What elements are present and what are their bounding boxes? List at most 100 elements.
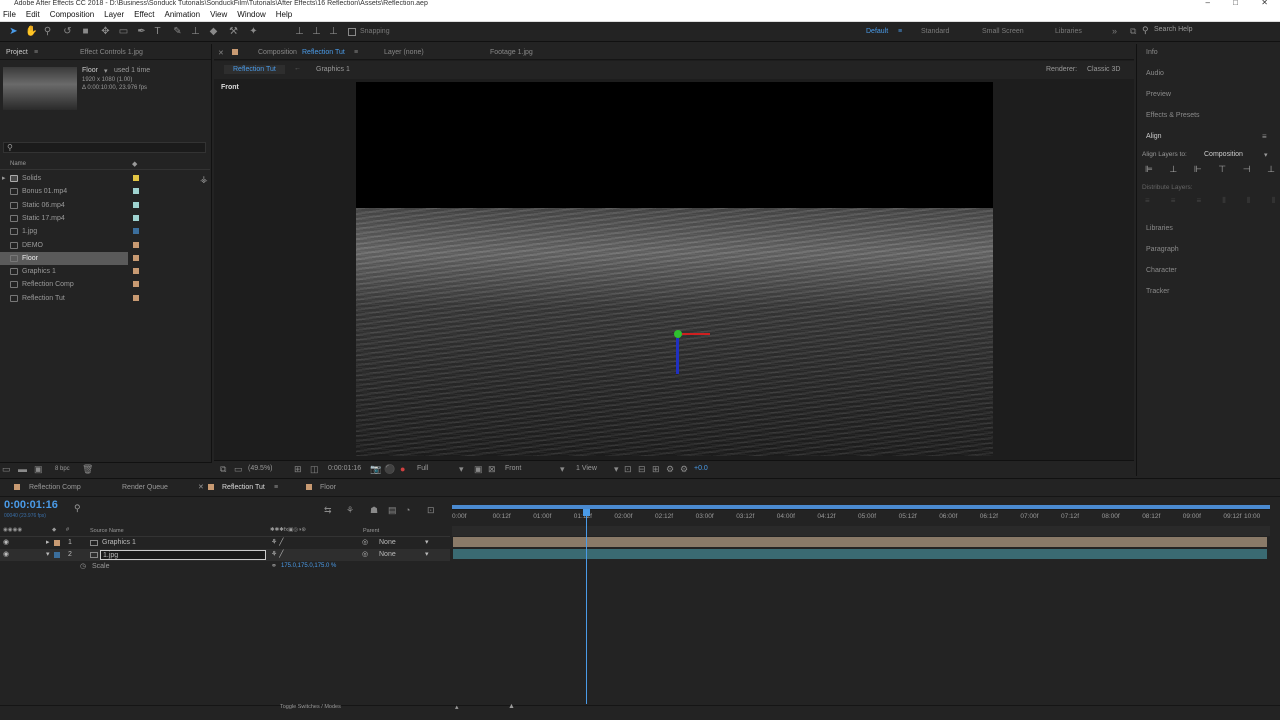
tab-composition-prefix[interactable]: Composition [258, 49, 297, 56]
draft-3d-icon[interactable]: ⚘ [346, 505, 354, 515]
menu-layer[interactable]: Layer [104, 10, 124, 19]
number-header[interactable]: # [66, 527, 69, 533]
close-tab-icon[interactable]: ✕ [218, 49, 224, 57]
selection-tool-icon[interactable]: ➤ [8, 26, 19, 37]
project-item-graphics-1[interactable]: Graphics 1 [0, 265, 210, 278]
subtab-reflection-tut[interactable]: Reflection Tut [224, 65, 285, 74]
pick-whip-icon[interactable]: ◎ [362, 549, 368, 561]
panel-effects-presets[interactable]: Effects & Presets [1146, 112, 1200, 119]
magnification[interactable]: (49.5%) [248, 465, 273, 472]
layer-name[interactable]: Graphics 1 [102, 537, 136, 549]
view-select[interactable]: Front [505, 465, 521, 472]
distribute-hcenter-icon[interactable]: ⦀ [1247, 196, 1251, 206]
camera-tool-icon[interactable]: ■ [80, 26, 91, 37]
panel-libraries[interactable]: Libraries [1146, 225, 1173, 232]
shy-layers-icon[interactable]: ☗ [370, 505, 378, 515]
brush-tool-icon[interactable]: ✎ [172, 26, 183, 37]
menu-composition[interactable]: Composition [50, 10, 94, 19]
comp-mini-flowchart-icon[interactable]: ⇆ [324, 505, 332, 515]
project-item-1-jpg[interactable]: 1.jpg [0, 225, 210, 238]
align-bottom-icon[interactable]: ⊥ [1267, 164, 1275, 176]
parent-chevron-icon[interactable]: ▾ [425, 549, 429, 561]
column-name[interactable]: Name [10, 161, 26, 167]
subtab-graphics-1[interactable]: Graphics 1 [316, 66, 350, 73]
layer-name[interactable]: 1.jpg [100, 550, 266, 560]
constrain-proportions-icon[interactable]: ⚭ [271, 562, 277, 570]
project-item-floor[interactable]: Floor [0, 251, 139, 265]
project-search-input[interactable]: ⚲ [3, 142, 206, 153]
panel-audio[interactable]: Audio [1146, 70, 1164, 77]
zoom-in-icon[interactable]: ▲ [508, 703, 515, 710]
monitor-icon[interactable]: ▭ [234, 464, 243, 474]
project-item-solids[interactable]: ▸ Solids [0, 172, 210, 185]
pan-behind-tool-icon[interactable]: ✥ [100, 26, 111, 37]
distribute-vcenter-icon[interactable]: ≡ [1171, 196, 1176, 206]
tab-floor[interactable]: Floor [320, 484, 336, 491]
always-preview-icon[interactable]: ⧉ [220, 464, 226, 474]
tab-effect-controls[interactable]: Effect Controls 1.jpg [80, 49, 143, 56]
channel-icon[interactable]: ● [400, 464, 405, 474]
interpret-footage-icon[interactable]: ▭ [2, 464, 11, 474]
current-time[interactable]: 0:00:01:16 [328, 465, 361, 472]
panel-menu-icon[interactable]: ≡ [34, 49, 38, 56]
world-axis-icon[interactable]: ⊥ [311, 26, 322, 37]
switches-header-icon[interactable]: ✱✱✱fx▣◎◑⊛ [270, 527, 306, 533]
parent-chevron-icon[interactable]: ▾ [425, 537, 429, 549]
layer-bar-graphics-1[interactable] [453, 537, 1267, 547]
work-area-bar[interactable] [452, 505, 1270, 509]
y-axis-gizmo-icon[interactable] [674, 330, 682, 338]
menu-edit[interactable]: Edit [26, 10, 40, 19]
layer-expand-icon[interactable]: ▾ [46, 549, 50, 561]
project-item-reflection-tut[interactable]: Reflection Tut [0, 292, 210, 305]
search-help-field[interactable]: ⚲ Search Help [1140, 25, 1240, 38]
maximize-icon[interactable]: □ [1233, 0, 1238, 7]
time-ruler[interactable]: 0:00f 00:12f 01:00f 01:12f 02:00f 02:12f 03:00… [452, 505, 1270, 525]
z-axis-gizmo-icon[interactable] [676, 338, 679, 374]
x-axis-gizmo-icon[interactable] [682, 333, 710, 335]
layer-expand-icon[interactable]: ▸ [46, 537, 50, 549]
toggle-pixel-aspect-icon[interactable]: ⊡ [624, 464, 632, 474]
panel-preview[interactable]: Preview [1146, 91, 1171, 98]
new-folder-icon[interactable]: ▬ [18, 464, 27, 474]
property-value[interactable]: 175.0,175.0,175.0 % [281, 563, 336, 569]
pen-tool-icon[interactable]: ✒ [136, 26, 147, 37]
timeline-icon[interactable]: ⊞ [652, 464, 660, 474]
label-color-swatch[interactable] [133, 228, 139, 235]
av-features-icon[interactable]: ◉◉◉◉ [3, 527, 22, 533]
tab-project[interactable]: Project [6, 49, 28, 56]
renderer-value[interactable]: Classic 3D [1087, 66, 1120, 73]
tab-render-queue[interactable]: Render Queue [122, 484, 168, 491]
fast-previews-icon[interactable]: ⊟ [638, 464, 646, 474]
timeline-current-time[interactable]: 0:00:01:16 [4, 499, 58, 511]
menu-help[interactable]: Help [276, 10, 292, 19]
tab-layer[interactable]: Layer (none) [384, 49, 424, 56]
label-color-swatch[interactable] [133, 214, 139, 221]
project-item-static-06-mp4[interactable]: Static 06.mp4 [0, 199, 210, 212]
menu-effect[interactable]: Effect [134, 10, 154, 19]
zoom-tool-icon[interactable]: ⚲ [42, 26, 53, 37]
selected-item-chevron-icon[interactable]: ▾ [104, 67, 108, 75]
layer-switches[interactable]: ⚘ ╱ [271, 549, 283, 561]
workspace-libraries[interactable]: Libraries [1055, 28, 1082, 35]
playhead[interactable] [582, 509, 590, 704]
rotate-tool-icon[interactable]: ↺ [62, 26, 73, 37]
tab-reflection-tut[interactable]: Reflection Tut [222, 484, 265, 491]
parent-select[interactable]: None [379, 549, 396, 561]
panel-align[interactable]: Align [1146, 133, 1162, 140]
parent-select[interactable]: None [379, 537, 396, 549]
tab-composition-name[interactable]: Reflection Tut [302, 49, 345, 56]
show-snapshot-icon[interactable]: ⚫ [384, 464, 395, 474]
rectangle-tool-icon[interactable]: ▭ [118, 26, 129, 37]
folder-expand-icon[interactable]: ▸ [2, 172, 6, 185]
layer-label-color[interactable] [54, 540, 60, 546]
workspace-menu-icon[interactable]: ≡ [898, 28, 902, 35]
grid-icon[interactable]: ⊞ [294, 464, 302, 474]
label-color-swatch[interactable] [133, 241, 139, 248]
project-item-reflection-comp[interactable]: Reflection Comp [0, 278, 210, 291]
align-left-icon[interactable]: ⊫ [1145, 164, 1153, 176]
align-top-icon[interactable]: ⊤ [1218, 164, 1226, 176]
project-item-demo[interactable]: DEMO [0, 239, 210, 252]
reset-exposure-icon[interactable]: ⚙ [680, 464, 688, 474]
bit-depth[interactable]: 8 bpc [55, 466, 70, 472]
delete-icon[interactable]: 🗑 [82, 464, 93, 474]
